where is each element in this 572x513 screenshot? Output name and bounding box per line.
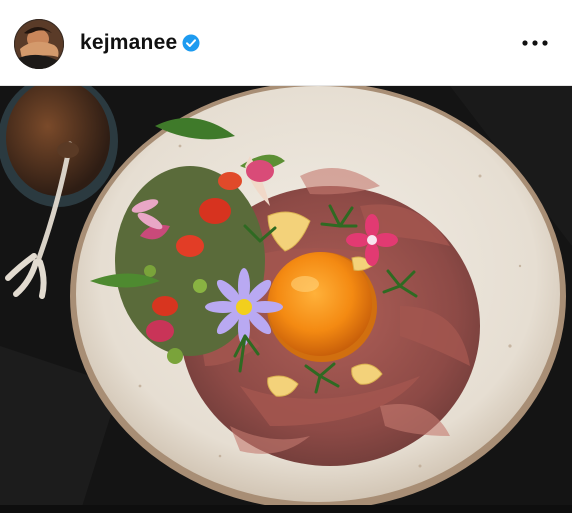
food-photo-illustration (0, 86, 572, 513)
profile-avatar[interactable] (14, 19, 64, 69)
instagram-post: kejmanee (0, 0, 572, 513)
more-options-icon[interactable] (518, 31, 552, 55)
post-photo[interactable] (0, 86, 572, 513)
post-header: kejmanee (0, 0, 572, 86)
verified-badge-icon (182, 34, 200, 52)
username[interactable]: kejmanee (80, 31, 177, 55)
